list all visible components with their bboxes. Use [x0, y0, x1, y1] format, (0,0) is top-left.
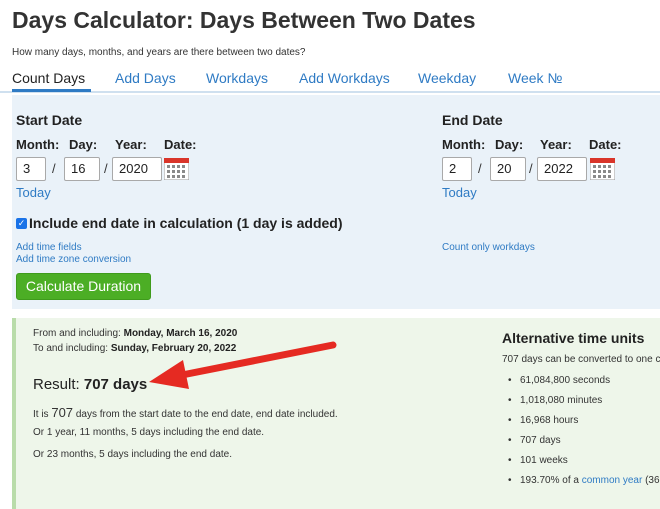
include-end-date-label[interactable]: Include end date in calculation (1 day i…	[29, 215, 343, 231]
alt-unit-item: • 16,968 hours	[508, 415, 579, 426]
alternative-units-title: Alternative time units	[502, 330, 645, 346]
date-form-panel: Start Date Month: Day: Year: Date: 3 / 1…	[12, 95, 660, 309]
start-date-title: Start Date	[16, 112, 83, 128]
result-panel: From and including: Monday, March 16, 20…	[12, 318, 660, 509]
result-line-years: Or 1 year, 11 months, 5 days including t…	[33, 427, 265, 438]
end-day-label: Day:	[495, 137, 524, 152]
start-slash-2: /	[104, 161, 108, 176]
include-end-date-checkbox[interactable]: ✓	[16, 218, 27, 229]
alt-unit-year-suffix: (36	[642, 475, 660, 486]
result-heading: Result: 707 days	[33, 376, 147, 393]
tab-weekday[interactable]: Weekday	[418, 70, 476, 86]
tab-week-number[interactable]: Week №	[508, 70, 562, 86]
end-date-label: Date:	[589, 137, 622, 152]
end-calendar-icon[interactable]	[589, 157, 616, 181]
end-slash-1: /	[478, 161, 482, 176]
start-calendar-icon[interactable]	[163, 157, 190, 181]
end-year-label: Year:	[540, 137, 572, 152]
alt-unit-days: 707 days	[520, 435, 561, 446]
start-date-label: Date:	[164, 137, 197, 152]
alt-unit-item: • 61,084,800 seconds	[508, 375, 611, 386]
tab-bar: Count Days Add Days Workdays Add Workday…	[0, 66, 660, 93]
start-month-input[interactable]: 3	[16, 157, 46, 181]
start-day-input[interactable]: 16	[64, 157, 100, 181]
add-time-fields-link[interactable]: Add time fields	[16, 242, 82, 253]
result-line-days: It is 707 days from the start date to th…	[33, 405, 338, 420]
from-prefix: From and including:	[33, 328, 124, 339]
alt-unit-item: • 1,018,080 minutes	[508, 395, 603, 406]
to-date-value: Sunday, February 20, 2022	[110, 343, 237, 354]
start-year-label: Year:	[115, 137, 147, 152]
line1-number: 707	[51, 405, 74, 420]
from-date-line: From and including: Monday, March 16, 20…	[33, 328, 237, 339]
end-date-title: End Date	[442, 112, 503, 128]
tab-add-days[interactable]: Add Days	[115, 70, 176, 86]
alt-unit-item: • 193.70% of a common year (36	[508, 475, 660, 486]
start-slash-1: /	[52, 161, 56, 176]
alt-unit-year-percent: 193.70% of a	[520, 475, 582, 486]
line1-suffix: days from the start date to the end date…	[73, 409, 338, 420]
start-day-label: Day:	[69, 137, 98, 152]
to-date-line: To and including: Sunday, February 20, 2…	[33, 343, 236, 354]
start-today-link[interactable]: Today	[16, 185, 51, 200]
end-month-input[interactable]: 2	[442, 157, 472, 181]
tab-workdays[interactable]: Workdays	[206, 70, 268, 86]
add-timezone-link[interactable]: Add time zone conversion	[16, 254, 131, 265]
active-tab-indicator	[12, 89, 91, 92]
result-value: 707 days	[83, 376, 148, 393]
result-line-months: Or 23 months, 5 days including the end d…	[33, 449, 233, 460]
alt-unit-hours: 16,968 hours	[520, 415, 579, 426]
end-month-label: Month:	[442, 137, 486, 152]
from-date-value: Monday, March 16, 2020	[123, 328, 238, 339]
alternative-units-intro: 707 days can be converted to one c	[502, 354, 660, 365]
page-subtitle: How many days, months, and years are the…	[12, 47, 306, 58]
result-prefix: Result:	[33, 376, 84, 393]
to-prefix: To and including:	[33, 343, 111, 354]
alt-unit-weeks: 101 weeks	[520, 455, 568, 466]
line1-prefix: It is	[33, 409, 52, 420]
alt-unit-seconds: 61,084,800 seconds	[520, 375, 611, 386]
alt-unit-minutes: 1,018,080 minutes	[520, 395, 603, 406]
calculate-duration-button[interactable]: Calculate Duration	[16, 273, 151, 300]
page-title: Days Calculator: Days Between Two Dates	[12, 7, 476, 33]
count-workdays-link[interactable]: Count only workdays	[442, 242, 535, 253]
end-day-input[interactable]: 20	[490, 157, 526, 181]
tab-add-workdays[interactable]: Add Workdays	[299, 70, 390, 86]
tab-count-days[interactable]: Count Days	[12, 70, 85, 86]
alt-unit-item: • 101 weeks	[508, 455, 568, 466]
alt-unit-item: • 707 days	[508, 435, 561, 446]
start-year-input[interactable]: 2020	[112, 157, 162, 181]
start-month-label: Month:	[16, 137, 60, 152]
common-year-link[interactable]: common year	[582, 475, 643, 486]
end-year-input[interactable]: 2022	[537, 157, 587, 181]
end-slash-2: /	[529, 161, 533, 176]
end-today-link[interactable]: Today	[442, 185, 477, 200]
